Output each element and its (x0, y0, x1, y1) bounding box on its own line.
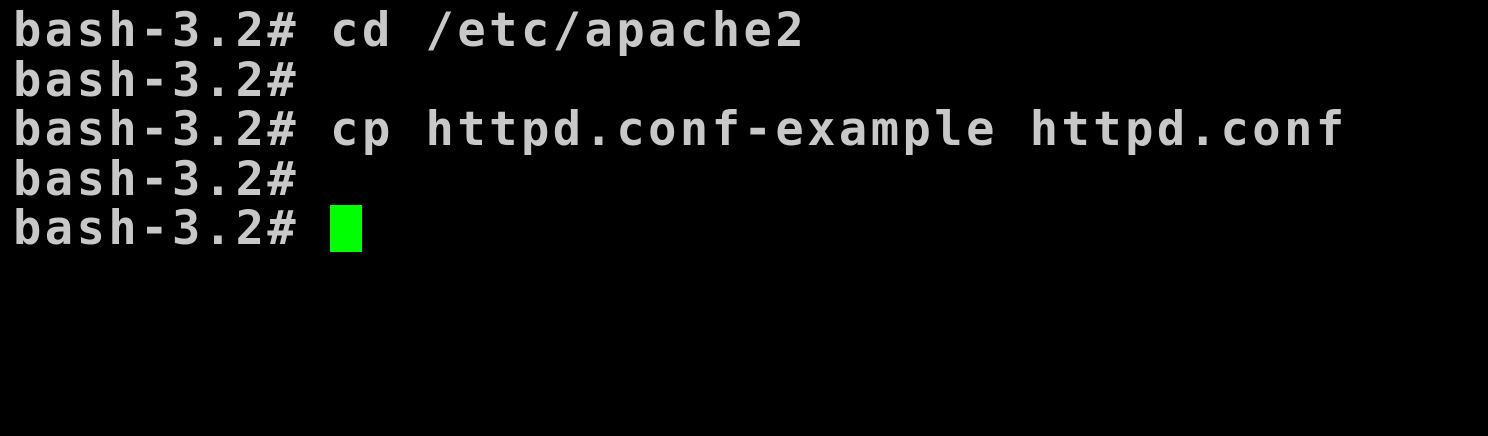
shell-prompt: bash-3.2# (13, 201, 300, 256)
terminal-line: bash-3.2# (13, 52, 1488, 108)
terminal-line: bash-3.2# (13, 151, 1488, 207)
command-text: cp httpd.conf-example httpd.conf (330, 102, 1348, 157)
shell-prompt: bash-3.2# (13, 52, 300, 108)
terminal-input-line[interactable]: bash-3.2# (13, 204, 1488, 254)
terminal-line: bash-3.2# cp httpd.conf-example httpd.con… (13, 105, 1488, 155)
terminal-line: bash-3.2# cd /etc/apache2 (13, 6, 1488, 56)
shell-prompt: bash-3.2# (13, 151, 300, 207)
shell-prompt: bash-3.2# (13, 3, 300, 58)
shell-prompt: bash-3.2# (13, 102, 300, 157)
command-text: cd /etc/apache2 (330, 3, 808, 58)
text-cursor[interactable] (330, 205, 363, 253)
terminal-window[interactable]: bash-3.2# cd /etc/apache2 bash-3.2# bash-… (0, 0, 1488, 436)
